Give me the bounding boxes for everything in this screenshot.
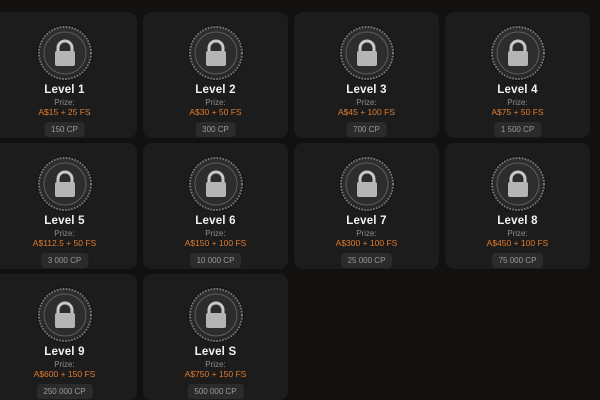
level-title: Level 4 (497, 84, 538, 96)
prize-value: A$45 + 100 FS (338, 107, 395, 117)
padlock-icon (338, 156, 395, 212)
padlock-icon (187, 156, 244, 212)
cp-requirement: 250 000 CP (36, 384, 93, 399)
padlock-icon (489, 156, 546, 212)
level-title: Level 5 (44, 215, 85, 227)
prize-value: A$30 + 50 FS (189, 107, 242, 117)
prize-value: A$450 + 100 FS (486, 238, 549, 248)
padlock-icon (338, 25, 395, 81)
level-card-s[interactable]: Level S Prize: A$750 + 150 FS 500 000 CP (143, 274, 288, 400)
prize-value: A$750 + 150 FS (184, 369, 247, 379)
prize-value: A$112.5 + 50 FS (32, 238, 97, 248)
level-title: Level 8 (497, 215, 538, 227)
prize-label: Prize: (507, 98, 528, 107)
level-title: Level 3 (346, 84, 387, 96)
levels-grid: Level 1 Prize: A$15 + 25 FS 150 CP Level… (0, 0, 600, 400)
prize-label: Prize: (507, 229, 528, 238)
prize-label: Prize: (205, 98, 226, 107)
cp-requirement: 10 000 CP (189, 253, 242, 268)
level-card-7[interactable]: Level 7 Prize: A$300 + 100 FS 25 000 CP (294, 143, 439, 269)
padlock-icon (489, 25, 546, 81)
cp-requirement: 3 000 CP (40, 253, 89, 268)
level-card-4[interactable]: Level 4 Prize: A$75 + 50 FS 1 500 CP (445, 12, 590, 138)
level-card-2[interactable]: Level 2 Prize: A$30 + 50 FS 300 CP (143, 12, 288, 138)
cp-requirement: 700 CP (346, 122, 387, 137)
level-title: Level 1 (44, 84, 85, 96)
padlock-icon (36, 156, 93, 212)
prize-value: A$150 + 100 FS (184, 238, 247, 248)
prize-value: A$15 + 25 FS (38, 107, 91, 117)
cp-requirement: 500 000 CP (187, 384, 244, 399)
prize-label: Prize: (356, 229, 377, 238)
padlock-icon (36, 287, 93, 343)
level-card-9[interactable]: Level 9 Prize: A$600 + 150 FS 250 000 CP (0, 274, 137, 400)
level-title: Level 7 (346, 215, 387, 227)
prize-label: Prize: (205, 360, 226, 369)
cp-requirement: 1 500 CP (493, 122, 542, 137)
level-title: Level 6 (195, 215, 236, 227)
prize-value: A$75 + 50 FS (491, 107, 544, 117)
level-card-5[interactable]: Level 5 Prize: A$112.5 + 50 FS 3 000 CP (0, 143, 137, 269)
level-title: Level S (194, 346, 237, 358)
prize-value: A$600 + 150 FS (33, 369, 96, 379)
level-card-6[interactable]: Level 6 Prize: A$150 + 100 FS 10 000 CP (143, 143, 288, 269)
level-card-8[interactable]: Level 8 Prize: A$450 + 100 FS 75 000 CP (445, 143, 590, 269)
cp-requirement: 300 CP (195, 122, 236, 137)
prize-label: Prize: (356, 98, 377, 107)
level-card-1[interactable]: Level 1 Prize: A$15 + 25 FS 150 CP (0, 12, 137, 138)
level-title: Level 2 (195, 84, 236, 96)
prize-label: Prize: (54, 98, 75, 107)
prize-label: Prize: (54, 229, 75, 238)
prize-label: Prize: (205, 229, 226, 238)
cp-requirement: 150 CP (44, 122, 85, 137)
cp-requirement: 75 000 CP (491, 253, 544, 268)
padlock-icon (187, 287, 244, 343)
prize-value: A$300 + 100 FS (335, 238, 398, 248)
level-card-3[interactable]: Level 3 Prize: A$45 + 100 FS 700 CP (294, 12, 439, 138)
level-title: Level 9 (44, 346, 85, 358)
cp-requirement: 25 000 CP (340, 253, 393, 268)
prize-label: Prize: (54, 360, 75, 369)
padlock-icon (187, 25, 244, 81)
padlock-icon (36, 25, 93, 81)
